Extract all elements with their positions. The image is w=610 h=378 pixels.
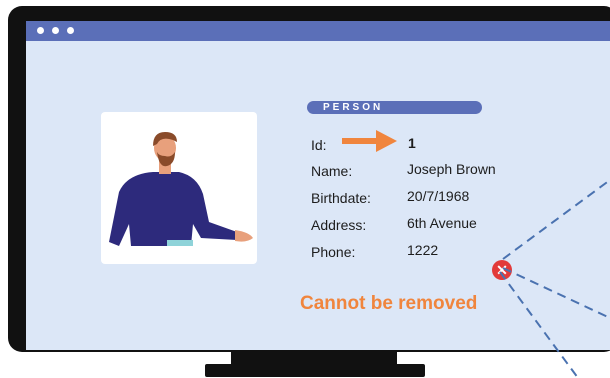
- dashed-line-bottom: [499, 271, 579, 378]
- dashed-line-top: [502, 179, 610, 260]
- dashed-line-middle: [502, 267, 610, 319]
- dashed-connectors: [499, 179, 610, 378]
